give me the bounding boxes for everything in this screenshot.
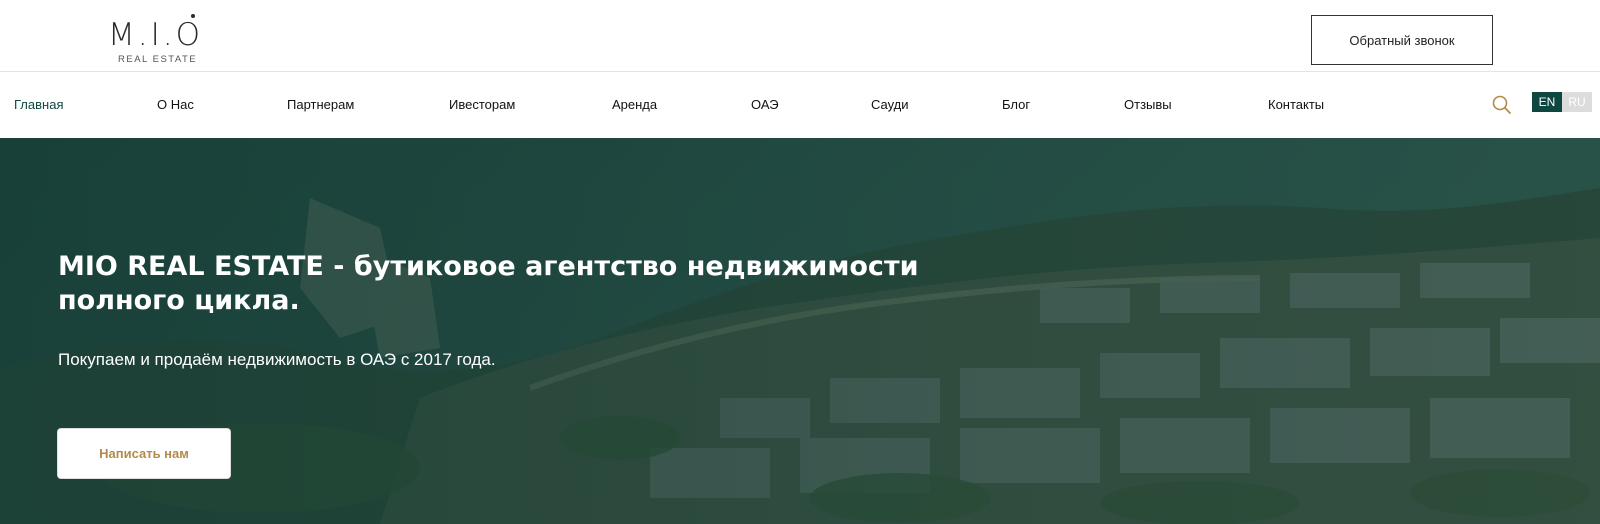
nav-item-investors[interactable]: Ивесторам xyxy=(449,97,515,113)
lang-en-button[interactable]: EN xyxy=(1532,92,1562,112)
nav-item-rent[interactable]: Аренда xyxy=(612,97,657,113)
logo-subtitle: REAL ESTATE xyxy=(118,54,198,65)
nav-item-uae[interactable]: ОАЭ xyxy=(751,97,779,113)
top-header: M.I.O REAL ESTATE Обратный звонок xyxy=(0,0,1600,72)
main-nav: Главная О Нас Партнерам Ивесторам Аренда… xyxy=(0,72,1600,138)
logo-dot xyxy=(191,14,195,18)
nav-item-saudi[interactable]: Сауди xyxy=(871,97,909,113)
nav-item-partners[interactable]: Партнерам xyxy=(287,97,354,113)
callback-button[interactable]: Обратный звонок xyxy=(1311,15,1493,65)
hero-title: MIO REAL ESTATE - бутиковое агентство не… xyxy=(58,250,958,318)
lang-ru-button[interactable]: RU xyxy=(1562,92,1592,112)
hero-background-image xyxy=(0,138,1600,524)
logo[interactable]: M.I.O REAL ESTATE xyxy=(108,14,208,68)
hero-section: MIO REAL ESTATE - бутиковое агентство не… xyxy=(0,138,1600,524)
nav-item-contacts[interactable]: Контакты xyxy=(1268,97,1324,113)
nav-item-home[interactable]: Главная xyxy=(14,97,63,113)
contact-us-button[interactable]: Написать нам xyxy=(57,428,231,479)
hero-subtitle: Покупаем и продаём недвижимость в ОАЭ с … xyxy=(58,350,496,369)
logo-mark: M.I.O xyxy=(108,17,203,53)
nav-item-blog[interactable]: Блог xyxy=(1002,97,1030,113)
nav-item-about[interactable]: О Нас xyxy=(157,97,194,113)
nav-item-reviews[interactable]: Отзывы xyxy=(1124,97,1172,113)
hero-title-line-1: MIO REAL ESTATE - бутиковое агентство не… xyxy=(58,251,919,282)
search-icon[interactable] xyxy=(1491,94,1513,116)
hero-title-line-2: полного цикла. xyxy=(58,285,300,316)
